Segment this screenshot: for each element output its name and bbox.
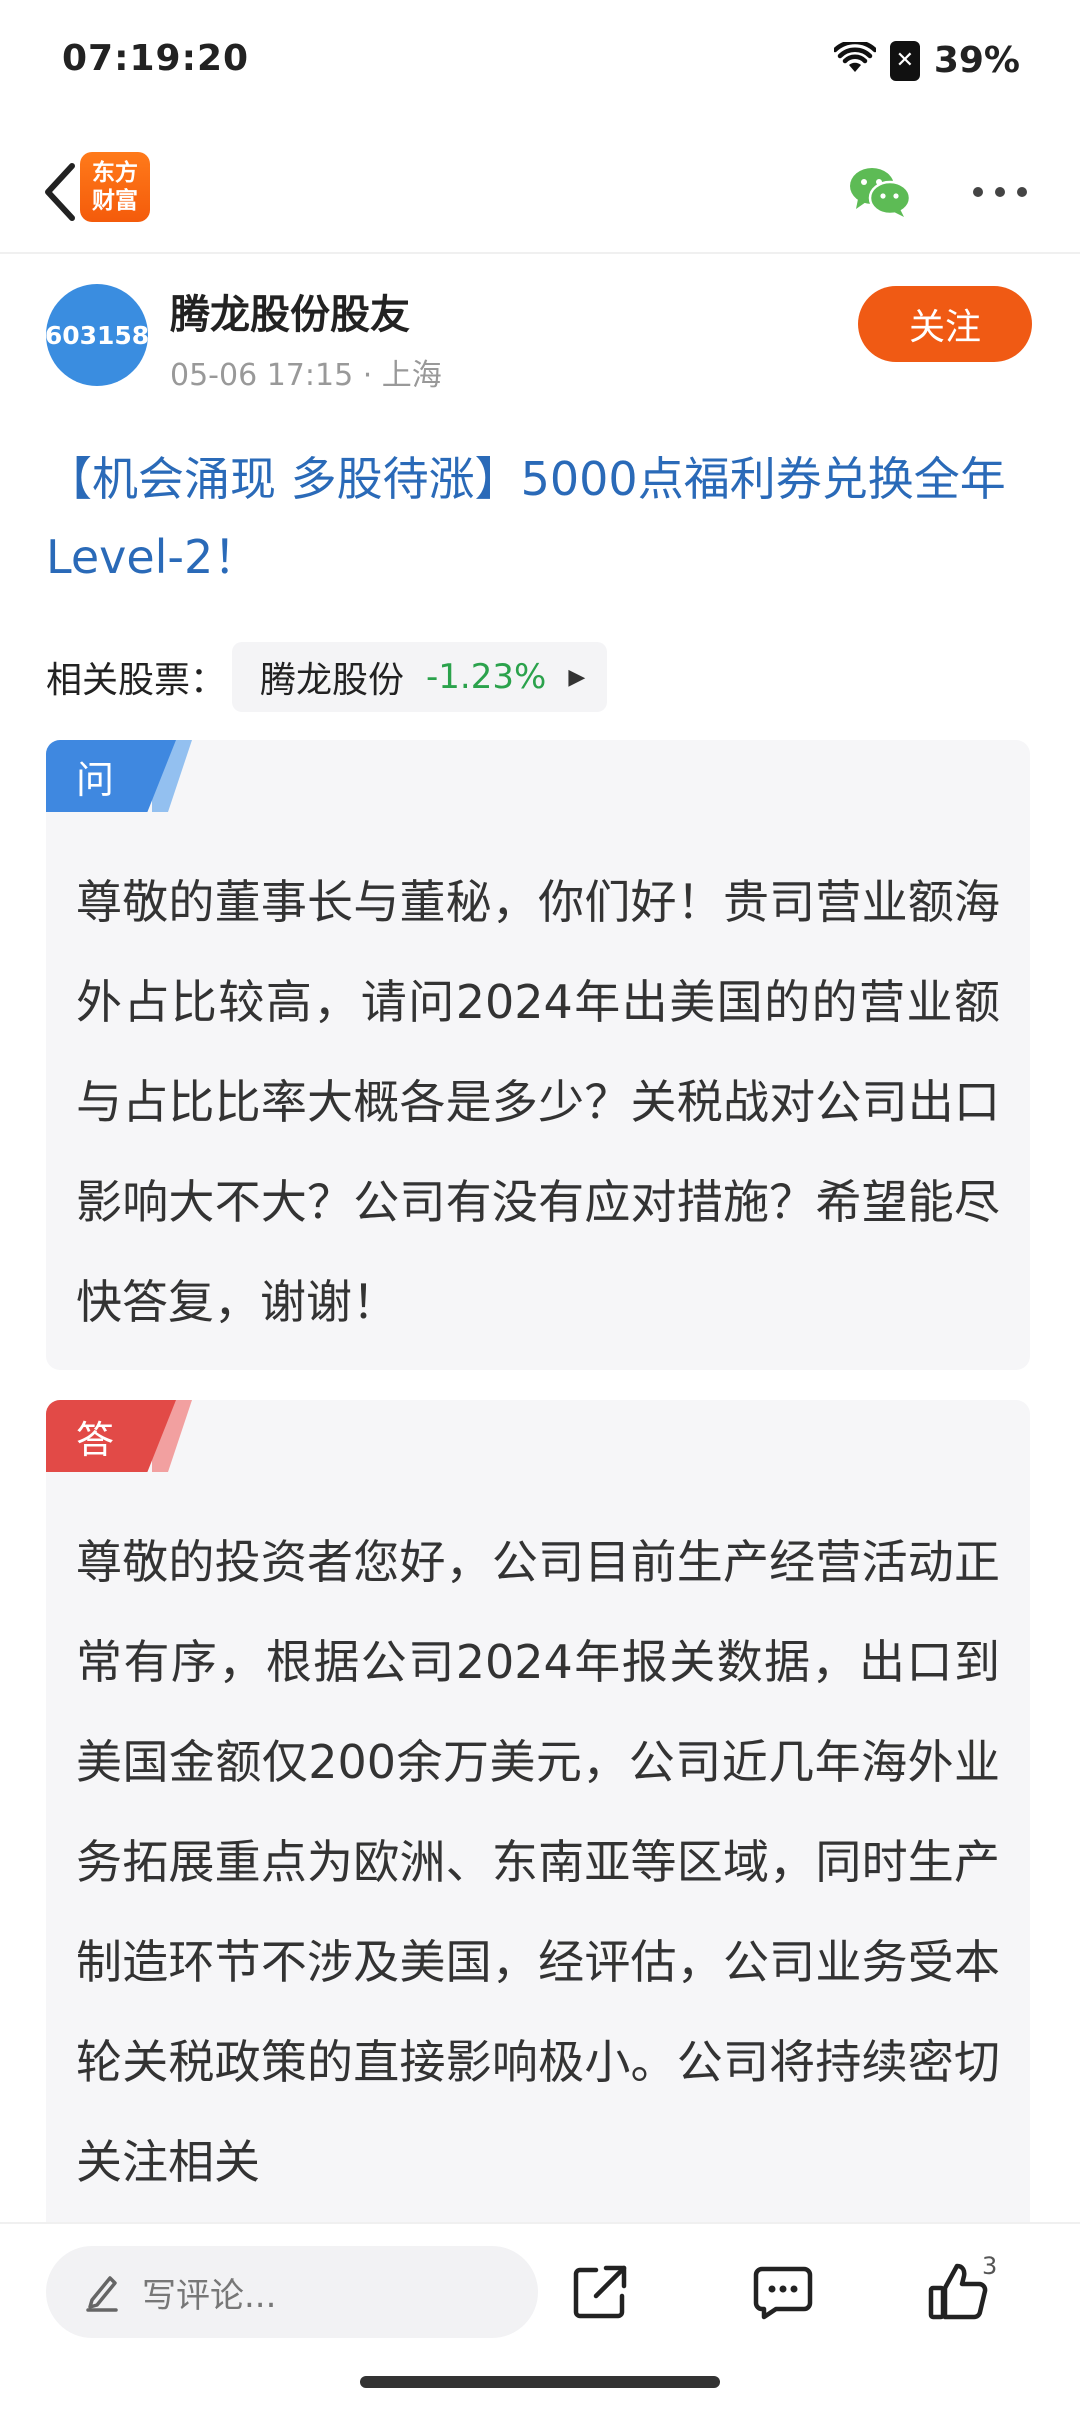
follow-button[interactable]: 关注 [858, 286, 1032, 362]
wechat-icon [850, 168, 912, 217]
author-row: 603158 腾龙股份股友 05-06 17:15 · 上海 关注 [0, 270, 1080, 400]
app-root: 07:19:20 ✕ 39% 东方 财富 603158 腾龙股份股友 05-06… [0, 0, 1080, 2414]
comments-button[interactable] [743, 2252, 823, 2332]
author-name[interactable]: 腾龙股份股友 [170, 282, 410, 340]
question-card: 问 尊敬的董事长与董秘，你们好！贵司营业额海外占比较高，请问2024年出美国的的… [46, 740, 1030, 1370]
home-indicator[interactable] [360, 2376, 720, 2388]
related-stocks-label: 相关股票： [46, 660, 227, 701]
wechat-share-button[interactable] [840, 152, 920, 232]
bottom-bar: 写评论... 3 [0, 2222, 1080, 2414]
app-logo: 东方 财富 [80, 152, 150, 222]
share-icon [573, 2265, 627, 2319]
more-icon [973, 187, 1027, 197]
comment-placeholder: 写评论... [142, 2275, 277, 2316]
post-meta: 05-06 17:15 · 上海 [170, 358, 442, 393]
like-count: 3 [982, 2252, 998, 2280]
wifi-icon [832, 39, 878, 80]
share-button[interactable] [560, 2252, 640, 2332]
comment-icon [753, 2266, 813, 2320]
pencil-icon [86, 2276, 118, 2312]
stock-change: -1.23% [426, 657, 547, 697]
comment-input[interactable]: 写评论... [46, 2246, 538, 2338]
question-text: 尊敬的董事长与董秘，你们好！贵司营业额海外占比较高，请问2024年出美国的的营业… [76, 875, 1000, 1329]
battery-icon: ✕ [889, 40, 920, 81]
like-icon [928, 2263, 988, 2320]
related-stocks: 相关股票： 腾龙股份 -1.23% ▶ [46, 642, 608, 712]
avatar[interactable]: 603158 [45, 284, 149, 386]
stock-name: 腾龙股份 [260, 660, 405, 701]
stock-chip[interactable]: 腾龙股份 -1.23% ▶ [232, 642, 608, 712]
status-time: 07:19:20 [62, 38, 250, 79]
answer-text: 尊敬的投资者您好，公司目前生产经营活动正常有序，根据公司2024年报关数据，出口… [76, 1535, 1000, 2189]
post-title[interactable]: 【机会涌现 多股待涨】5000点福利券兑换全年Level-2！ [46, 440, 1036, 596]
chevron-right-icon: ▶ [568, 664, 586, 690]
nav-bar: 东方 财富 [0, 130, 1080, 254]
logo-line-2: 财富 [92, 188, 138, 214]
battery-percent: 39% [933, 40, 1020, 81]
logo-line-1: 东方 [92, 160, 138, 186]
answer-card: 答 尊敬的投资者您好，公司目前生产经营活动正常有序，根据公司2024年报关数据，… [46, 1400, 1030, 2300]
status-bar: 07:19:20 ✕ 39% [0, 0, 1080, 130]
back-icon [45, 163, 75, 221]
more-button[interactable] [960, 152, 1040, 232]
status-indicators: ✕ 39% [832, 39, 1020, 81]
